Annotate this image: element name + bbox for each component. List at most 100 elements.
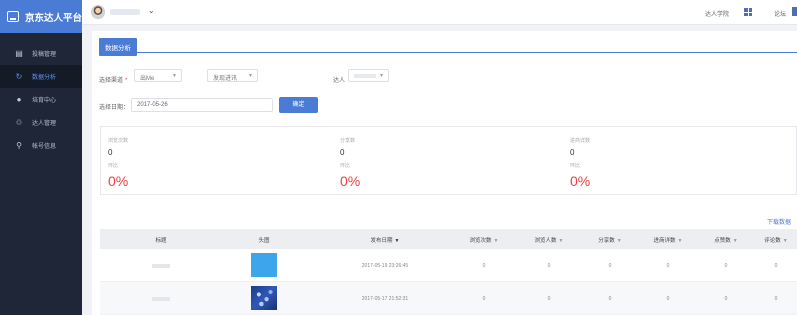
stat-change: 0% bbox=[570, 173, 591, 189]
channel-label: 选择渠道 * bbox=[99, 78, 128, 84]
caret-down-icon: ▼ bbox=[379, 73, 384, 79]
column-header-title: 标题 bbox=[155, 238, 167, 244]
stats-panel: 浏览次数 0 环比 0% 分享数 0 环比 0% 进商详数 0 环比 0% bbox=[100, 126, 797, 195]
column-header-views[interactable]: 浏览次数 ▼ bbox=[470, 236, 499, 244]
title-redacted[interactable] bbox=[152, 297, 170, 301]
stat-label: 分享数 bbox=[340, 138, 356, 144]
likes-cell: 0 bbox=[724, 263, 728, 269]
comments-cell: 0 bbox=[774, 263, 778, 269]
sidebar-item-label: 数据分析 bbox=[32, 75, 57, 81]
stat-sub-label: 环比 bbox=[340, 163, 351, 169]
table-row[interactable]: 2017-05-17 21:52:31 0 0 0 0 0 0 bbox=[100, 282, 797, 315]
document-icon: ▤ bbox=[15, 49, 23, 58]
views-cell: 0 bbox=[482, 296, 486, 302]
shares-cell: 0 bbox=[608, 263, 612, 269]
stat-label: 进商详数 bbox=[570, 138, 591, 144]
stat-product-details: 进商详数 0 环比 0% bbox=[563, 127, 795, 196]
sidebar-item-submissions[interactable]: ▤ 投稿管理 bbox=[0, 42, 82, 65]
required-mark: * bbox=[125, 78, 128, 84]
sort-icon[interactable]: ▼ bbox=[559, 238, 564, 244]
brand-header[interactable]: 京东达人平台 bbox=[0, 0, 82, 33]
tab-underline bbox=[99, 52, 797, 53]
sort-icon[interactable]: ▼ bbox=[733, 238, 738, 244]
caret-down-icon: ▼ bbox=[172, 73, 177, 79]
stat-sub-label: 环比 bbox=[570, 163, 581, 169]
sort-icon[interactable]: ▼ bbox=[617, 238, 622, 244]
sidebar-item-account[interactable]: ⚲ 帐号信息 bbox=[0, 134, 82, 157]
caret-down-icon: ▼ bbox=[248, 73, 253, 79]
username-redacted[interactable] bbox=[110, 9, 140, 15]
content-table: 标题 头图 发布日期 ▼ 浏览次数 ▼ 浏览人数 ▼ 分享数 ▼ 进商详数 ▼ 点赞数 ▼ … bbox=[100, 229, 797, 315]
sort-icon[interactable]: ▼ bbox=[494, 238, 499, 244]
avatar[interactable] bbox=[91, 5, 105, 19]
sidebar-item-label: 投稿管理 bbox=[32, 52, 57, 58]
column-header-shares[interactable]: 分享数 ▼ bbox=[598, 236, 621, 244]
stat-sub-label: 环比 bbox=[108, 163, 119, 169]
sidebar: 京东达人平台 ▤ 投稿管理 ↻ 数据分析 ● 培育中心 ♲ 达人管理 ⚲ 帐号信… bbox=[0, 0, 82, 315]
main-panel: 数据分析 选择渠道 * 出Me ▼ 发现进讯 ▼ 达人 ▼ 选择日期： 2017-… bbox=[92, 31, 797, 315]
channel-select-value: 出Me bbox=[140, 76, 155, 82]
title-redacted[interactable] bbox=[152, 264, 170, 268]
product-details-cell: 0 bbox=[666, 263, 670, 269]
sort-icon[interactable]: ▼ bbox=[395, 238, 400, 244]
info-circle-icon: ● bbox=[16, 95, 22, 104]
tab-data-analysis[interactable]: 数据分析 bbox=[99, 38, 137, 56]
confirm-button[interactable]: 确定 bbox=[279, 97, 318, 113]
stat-shares: 分享数 0 环比 0% bbox=[333, 127, 565, 196]
likes-cell: 0 bbox=[724, 296, 728, 302]
brand-title: 京东达人平台 bbox=[24, 12, 82, 24]
grid-icon[interactable] bbox=[744, 8, 752, 16]
stat-change: 0% bbox=[340, 173, 361, 189]
column-header-cover: 头图 bbox=[258, 238, 270, 244]
date-input[interactable]: 2017-05-26 bbox=[131, 98, 273, 112]
stat-value: 0 bbox=[570, 148, 575, 157]
stat-value: 0 bbox=[108, 148, 113, 157]
sort-icon[interactable]: ▼ bbox=[678, 238, 683, 244]
channel-select[interactable]: 出Me ▼ bbox=[134, 69, 182, 82]
stat-change: 0% bbox=[108, 173, 129, 189]
download-data-link[interactable]: 下载数据 bbox=[767, 217, 791, 226]
top-bar: ⌄ 达人学院 论坛 bbox=[82, 0, 797, 25]
sidebar-item-data-analysis[interactable]: ↻ 数据分析 bbox=[0, 65, 82, 88]
views-cell: 0 bbox=[482, 263, 486, 269]
visitors-cell: 0 bbox=[547, 263, 551, 269]
content-type-select-value: 发现进讯 bbox=[213, 76, 238, 82]
talent-select[interactable]: ▼ bbox=[348, 69, 389, 82]
sidebar-item-training[interactable]: ● 培育中心 bbox=[0, 88, 82, 111]
sidebar-item-talent-management[interactable]: ♲ 达人管理 bbox=[0, 111, 82, 134]
visitors-cell: 0 bbox=[547, 296, 551, 302]
shares-cell: 0 bbox=[608, 296, 612, 302]
date-input-value: 2017-05-26 bbox=[137, 102, 168, 108]
content-type-select[interactable]: 发现进讯 ▼ bbox=[207, 69, 258, 82]
talent-academy-link[interactable]: 达人学院 bbox=[705, 9, 729, 18]
user-icon: ⚲ bbox=[16, 141, 22, 150]
sidebar-item-label: 达人管理 bbox=[32, 121, 57, 127]
sort-icon[interactable]: ▼ bbox=[783, 238, 788, 244]
monitor-logo-icon bbox=[7, 11, 19, 22]
talent-label: 达人 bbox=[333, 78, 346, 84]
book-icon[interactable] bbox=[792, 7, 797, 16]
sidebar-item-label: 培育中心 bbox=[32, 98, 57, 104]
column-header-likes[interactable]: 点赞数 ▼ bbox=[714, 236, 737, 244]
sidebar-item-label: 帐号信息 bbox=[32, 144, 57, 150]
recycle-icon: ♲ bbox=[15, 118, 23, 127]
comments-cell: 0 bbox=[774, 296, 778, 302]
column-header-publish-date[interactable]: 发布日期 ▼ bbox=[371, 236, 400, 244]
date-label: 选择日期： bbox=[99, 105, 130, 111]
table-row[interactable]: 2017-05-19 23:26:45 0 0 0 0 0 0 bbox=[100, 249, 797, 282]
stat-views: 浏览次数 0 环比 0% bbox=[101, 127, 333, 196]
product-details-cell: 0 bbox=[666, 296, 670, 302]
publish-date-cell: 2017-05-17 21:52:31 bbox=[361, 296, 409, 302]
cover-image bbox=[251, 286, 277, 310]
cover-image bbox=[251, 253, 277, 277]
column-header-product-details[interactable]: 进商详数 ▼ bbox=[654, 236, 683, 244]
column-header-comments[interactable]: 评论数 ▼ bbox=[764, 236, 787, 244]
refresh-icon: ↻ bbox=[15, 72, 23, 81]
publish-date-cell: 2017-05-19 23:26:45 bbox=[361, 263, 409, 269]
chevron-down-icon[interactable]: ⌄ bbox=[148, 6, 155, 15]
stat-label: 浏览次数 bbox=[108, 138, 129, 144]
stat-value: 0 bbox=[340, 148, 345, 157]
column-header-visitors[interactable]: 浏览人数 ▼ bbox=[535, 236, 564, 244]
table-header: 标题 头图 发布日期 ▼ 浏览次数 ▼ 浏览人数 ▼ 分享数 ▼ 进商详数 ▼ 点赞数 ▼ … bbox=[100, 229, 797, 249]
forum-link[interactable]: 论坛 bbox=[774, 9, 786, 18]
